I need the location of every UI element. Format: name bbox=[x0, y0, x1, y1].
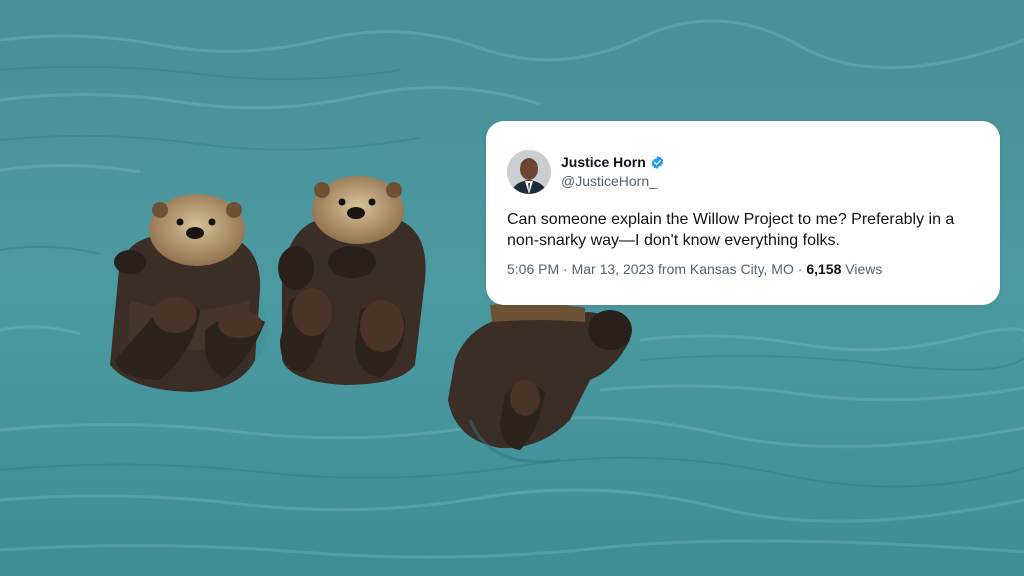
views-count[interactable]: 6,158 bbox=[806, 261, 841, 277]
author-handle[interactable]: @JusticeHorn_ bbox=[561, 173, 657, 189]
tweet-time[interactable]: 5:06 PM bbox=[507, 261, 559, 277]
tweet-location: Kansas City, MO bbox=[689, 261, 794, 277]
tweet-text: Can someone explain the Willow Project t… bbox=[507, 211, 955, 249]
avatar[interactable] bbox=[507, 150, 551, 194]
meta-separator: · bbox=[563, 261, 568, 277]
meta-separator: · bbox=[797, 261, 803, 277]
tweet-card[interactable]: Justice Horn @JusticeHorn_ Can someone e… bbox=[486, 121, 1000, 305]
author-name[interactable]: Justice Horn bbox=[561, 154, 646, 170]
tweet-meta: 5:06 PM · Mar 13, 2023 from Kansas City,… bbox=[507, 261, 882, 277]
views-label: Views bbox=[845, 261, 883, 277]
location-prefix: from bbox=[657, 261, 686, 277]
verified-badge-icon bbox=[650, 155, 665, 170]
tweet-date[interactable]: Mar 13, 2023 bbox=[572, 261, 655, 277]
profile-photo-icon bbox=[507, 150, 551, 194]
author-row: Justice Horn bbox=[561, 154, 665, 170]
